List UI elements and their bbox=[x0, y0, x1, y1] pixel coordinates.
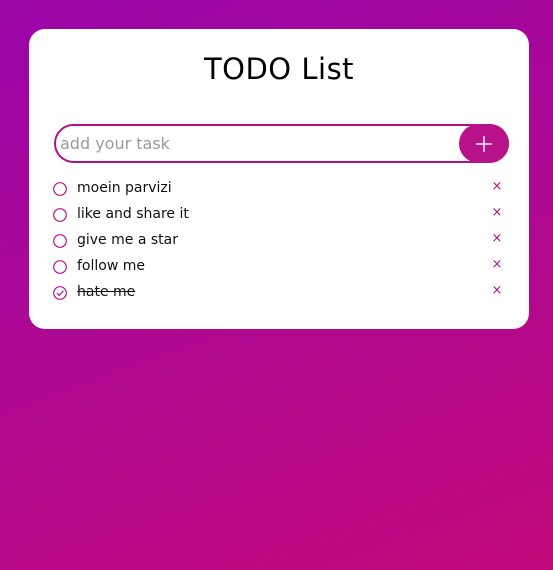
close-icon[interactable]: × bbox=[490, 257, 504, 273]
task-label: hate me bbox=[77, 284, 136, 300]
task-label: follow me bbox=[77, 258, 145, 274]
todo-card: TODO List moein parvizi × like and share… bbox=[29, 29, 529, 329]
task-item[interactable]: follow me × bbox=[52, 254, 509, 280]
task-item[interactable]: like and share it × bbox=[52, 202, 509, 228]
task-input-row bbox=[54, 124, 509, 163]
check-circle-icon[interactable] bbox=[52, 285, 68, 301]
circle-icon[interactable] bbox=[52, 207, 68, 223]
close-icon[interactable]: × bbox=[490, 179, 504, 195]
task-list: moein parvizi × like and share it × give… bbox=[52, 176, 509, 306]
task-label: give me a star bbox=[77, 232, 178, 248]
task-item[interactable]: moein parvizi × bbox=[52, 176, 509, 202]
task-label: like and share it bbox=[77, 206, 189, 222]
circle-icon[interactable] bbox=[52, 233, 68, 249]
close-icon[interactable]: × bbox=[490, 231, 504, 247]
task-item[interactable]: hate me × bbox=[52, 280, 509, 306]
close-icon[interactable]: × bbox=[490, 283, 504, 299]
close-icon[interactable]: × bbox=[490, 205, 504, 221]
page-title: TODO List bbox=[203, 52, 355, 86]
task-label: moein parvizi bbox=[77, 180, 172, 196]
add-task-button[interactable] bbox=[459, 124, 509, 163]
plus-icon bbox=[476, 135, 492, 152]
circle-icon[interactable] bbox=[52, 181, 68, 197]
task-item[interactable]: give me a star × bbox=[52, 228, 509, 254]
task-input[interactable] bbox=[60, 126, 450, 161]
circle-icon[interactable] bbox=[52, 259, 68, 275]
